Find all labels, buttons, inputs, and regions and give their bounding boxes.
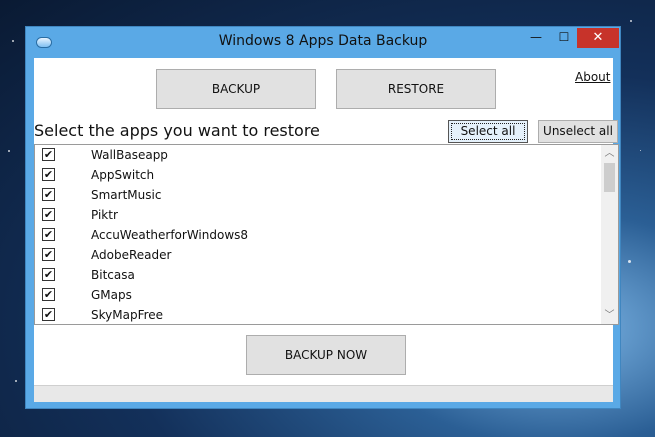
app-checkbox[interactable]: ✔ — [42, 148, 55, 161]
app-name: AccuWeatherforWindows8 — [91, 228, 249, 242]
app-checkbox[interactable]: ✔ — [42, 228, 55, 241]
list-item[interactable]: ✔ AppSwitch — [35, 165, 600, 185]
about-link[interactable]: About — [575, 70, 610, 84]
app-name: AdobeReader — [91, 248, 172, 262]
checkmark-icon: ✔ — [43, 208, 54, 221]
scroll-down-icon[interactable]: ﹀ — [601, 307, 618, 324]
list-item[interactable]: ✔ AdobeReader — [35, 245, 600, 265]
select-all-button[interactable]: Select all — [448, 120, 528, 143]
app-name: GMaps — [91, 288, 132, 302]
list-item[interactable]: ✔ AccuWeatherforWindows8 — [35, 225, 600, 245]
app-list[interactable]: ✔ WallBaseapp ✔ AppSwitch ✔ SmartMusic ✔ Piktr ✔… — [34, 144, 619, 325]
restore-button[interactable]: RESTORE — [336, 69, 496, 109]
app-name: WallBaseapp — [91, 148, 168, 162]
title-bar[interactable]: Windows 8 Apps Data Backup — ☐ ✕ — [26, 27, 620, 57]
minimize-button[interactable]: — — [523, 28, 549, 48]
list-item[interactable]: ✔ SmartMusic — [35, 185, 600, 205]
app-name: AppSwitch — [91, 168, 155, 182]
scroll-up-icon[interactable]: ︿ — [601, 145, 618, 162]
scrollbar-thumb[interactable] — [604, 163, 615, 192]
app-window: Windows 8 Apps Data Backup — ☐ ✕ BACKUP … — [25, 26, 621, 409]
list-item[interactable]: ✔ WallBaseapp — [35, 145, 600, 165]
list-item[interactable]: ✔ SkyMapFree — [35, 305, 600, 324]
app-checkbox[interactable]: ✔ — [42, 268, 55, 281]
app-checkbox[interactable]: ✔ — [42, 288, 55, 301]
section-label: Select the apps you want to restore — [34, 121, 320, 140]
close-button[interactable]: ✕ — [577, 28, 619, 48]
checkmark-icon: ✔ — [43, 248, 54, 261]
app-name: SkyMapFree — [91, 308, 164, 322]
app-name: Bitcasa — [91, 268, 135, 282]
app-name: SmartMusic — [91, 188, 162, 202]
checkmark-icon: ✔ — [43, 268, 54, 281]
maximize-button[interactable]: ☐ — [551, 28, 577, 48]
client-area: BACKUP RESTORE About Select the apps you… — [34, 58, 619, 402]
vertical-scrollbar[interactable]: ︿ ﹀ — [601, 145, 618, 324]
app-checkbox[interactable]: ✔ — [42, 168, 55, 181]
app-checkbox[interactable]: ✔ — [42, 188, 55, 201]
backup-button[interactable]: BACKUP — [156, 69, 316, 109]
unselect-all-button[interactable]: Unselect all — [538, 120, 618, 143]
checkmark-icon: ✔ — [43, 148, 54, 161]
status-bar — [34, 385, 613, 402]
backup-now-button[interactable]: BACKUP NOW — [246, 335, 406, 375]
list-item[interactable]: ✔ Piktr — [35, 205, 600, 225]
app-checkbox[interactable]: ✔ — [42, 308, 55, 321]
app-checkbox[interactable]: ✔ — [42, 208, 55, 221]
checkmark-icon: ✔ — [43, 308, 54, 321]
list-item[interactable]: ✔ GMaps — [35, 285, 600, 305]
checkmark-icon: ✔ — [43, 288, 54, 301]
app-name: Piktr — [91, 208, 118, 222]
checkmark-icon: ✔ — [43, 168, 54, 181]
checkmark-icon: ✔ — [43, 228, 54, 241]
list-item[interactable]: ✔ Bitcasa — [35, 265, 600, 285]
app-checkbox[interactable]: ✔ — [42, 248, 55, 261]
checkmark-icon: ✔ — [43, 188, 54, 201]
